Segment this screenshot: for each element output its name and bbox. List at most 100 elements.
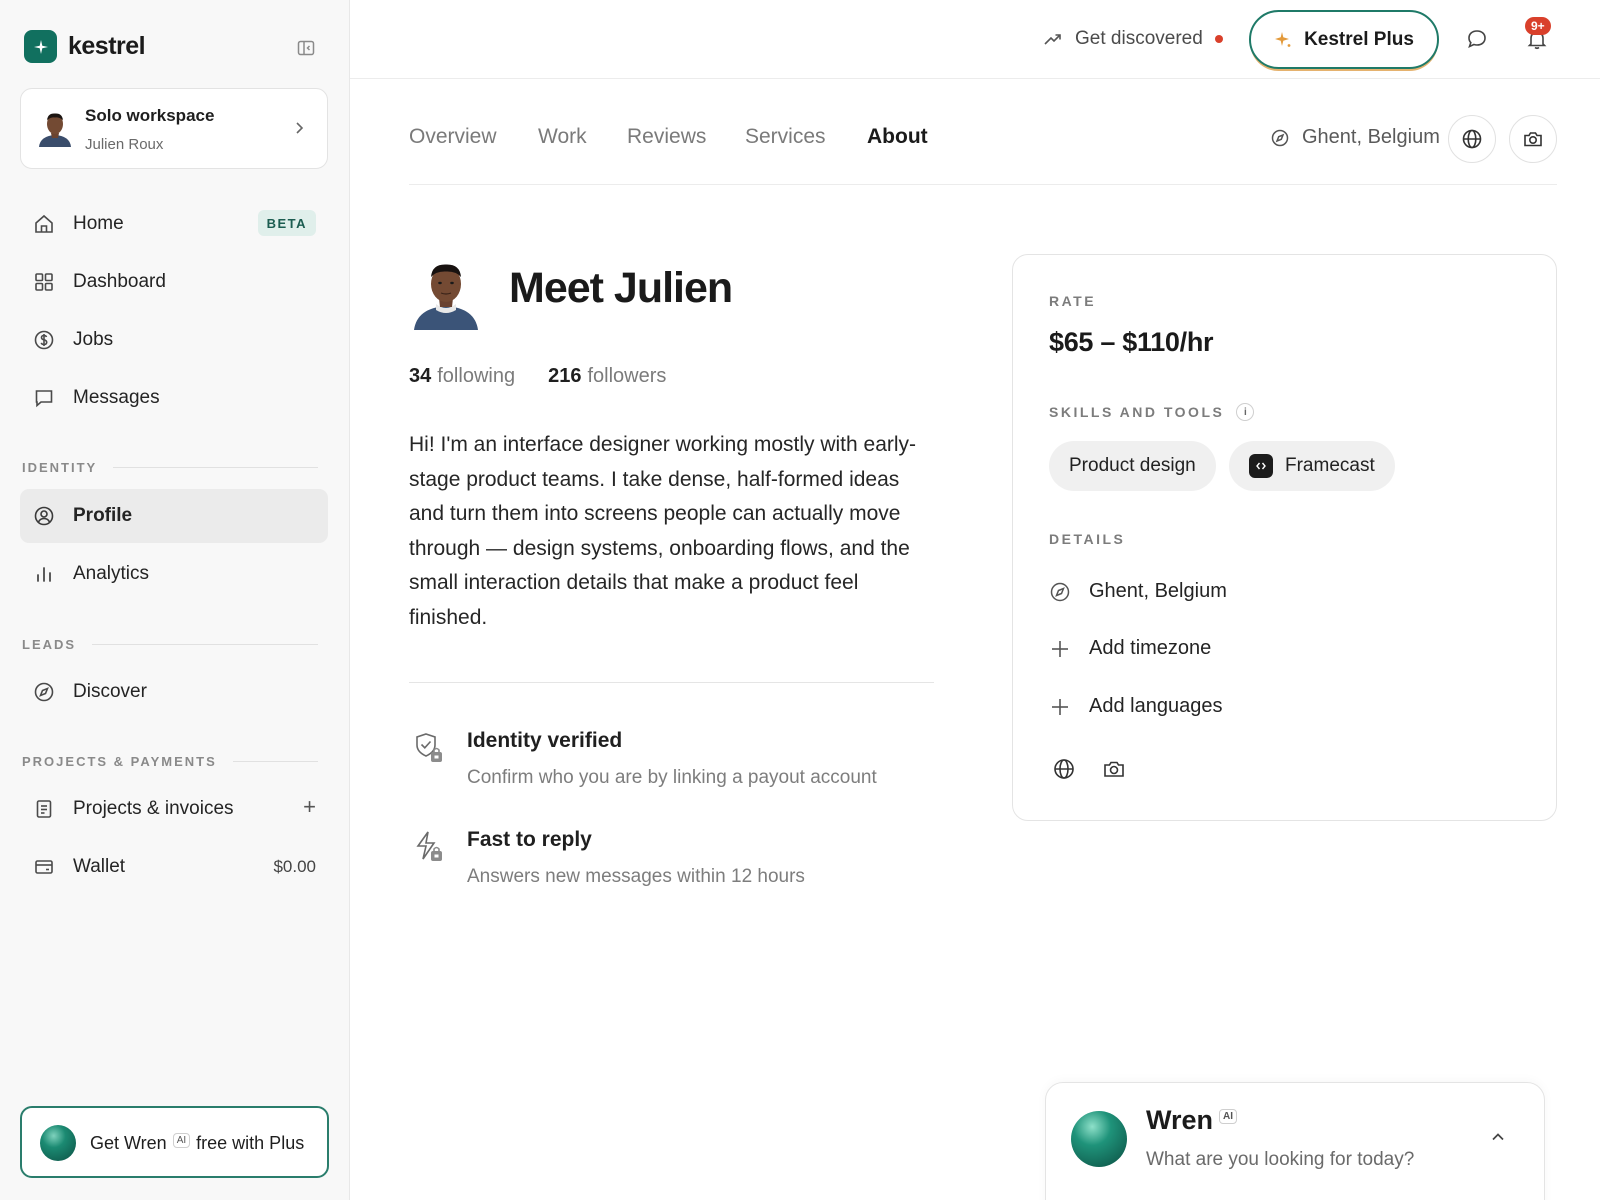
add-project-button[interactable]: + [303,794,316,820]
sidebar-item-projects-invoices[interactable]: Projects & invoices + [20,782,328,836]
profile-bio: Hi! I'm an interface designer working mo… [409,433,917,629]
sidebar-item-analytics[interactable]: Analytics [20,547,328,601]
dollar-circle-icon [33,329,55,351]
detail-text: Ghent, Belgium [1089,580,1227,602]
detail-location: Ghent, Belgium [1049,580,1227,603]
sidebar-item-label: Discover [73,681,147,702]
detail-text: Add timezone [1089,637,1212,659]
section-heading-label: LEADS [22,637,77,652]
sidebar-item-label: Home [73,213,124,234]
wren-assistant-widget[interactable]: Wren AI What are you looking for today? [1045,1082,1545,1200]
sidebar-item-label: Projects & invoices [73,798,234,819]
sidebar-item-jobs[interactable]: Jobs [20,313,328,367]
sidebar-item-discover[interactable]: Discover [20,665,328,719]
following-count: 34 [409,365,432,387]
trending-up-icon [1044,34,1061,45]
get-wren-promo-button[interactable]: Get Wren AI free with Plus [20,1106,329,1178]
workspace-switcher[interactable]: Solo workspace Julien Roux [20,88,328,169]
skill-label: Product design [1069,455,1196,476]
get-discovered-button[interactable]: Get discovered [1043,28,1223,50]
sidebar: kestrel Solo workspace Julien Roux Home … [0,0,350,1200]
sidebar-item-label: Messages [73,387,160,408]
trust-title: Fast to reply [467,828,592,851]
skills-label-row: SKILLS AND TOOLS i [1049,403,1255,421]
camera-icon[interactable] [1102,757,1126,781]
chevron-right-icon [291,120,307,136]
document-icon [33,798,55,820]
kestrel-plus-button[interactable]: Kestrel Plus [1249,10,1439,69]
tab-about[interactable]: About [867,125,928,149]
trust-description: Confirm who you are by linking a payout … [467,767,877,788]
following-stat[interactable]: 34 following [409,365,515,388]
skills-label: SKILLS AND TOOLS [1049,404,1225,420]
workspace-user: Julien Roux [85,136,164,153]
brand[interactable]: kestrel [24,30,146,63]
profile-tabs: Overview Work Reviews Services About Ghe… [409,112,1557,185]
section-heading-label: PROJECTS & PAYMENTS [22,754,217,769]
sidebar-item-dashboard[interactable]: Dashboard [20,255,328,309]
collapse-sidebar-icon[interactable] [296,38,316,58]
chevron-up-icon[interactable] [1489,1128,1507,1146]
beta-badge: BETA [257,210,316,236]
followers-label: followers [587,365,667,387]
location-indicator: Ghent, Belgium [1270,126,1440,149]
user-circle-icon [33,505,55,527]
sidebar-item-messages[interactable]: Messages [20,371,328,425]
sidebar-item-label: Dashboard [73,271,166,292]
profile-heading: Meet Julien [509,264,733,312]
sidebar-item-label: Profile [73,505,133,526]
wren-orb-icon [40,1125,76,1161]
sidebar-item-profile[interactable]: Profile [20,489,328,543]
add-timezone-button[interactable]: Add timezone [1049,637,1211,660]
tab-reviews[interactable]: Reviews [627,125,706,149]
divider [409,682,934,683]
plus-icon [1052,698,1068,715]
compass-icon [1050,582,1070,601]
notification-count-badge: 9+ [1525,17,1551,35]
sidebar-item-label: Jobs [73,329,114,350]
camera-button[interactable] [1509,115,1557,163]
globe-icon[interactable] [1052,757,1076,781]
tool-chip[interactable]: Framecast [1229,441,1395,491]
wren-prompt: What are you looking for today? [1146,1149,1415,1170]
wren-name: Wren [1146,1105,1214,1135]
brand-name: kestrel [68,32,146,60]
ai-tag: AI [1219,1109,1238,1124]
followers-count: 216 [548,365,582,387]
status-dot [1214,35,1223,43]
sidebar-item-home[interactable]: Home BETA [20,197,328,251]
camera-icon [1524,132,1542,147]
sidebar-item-label: Analytics [73,563,150,584]
tab-services[interactable]: Services [745,125,826,149]
add-languages-button[interactable]: Add languages [1049,695,1222,718]
tab-work[interactable]: Work [538,125,587,149]
framecast-logo-icon [1249,454,1273,478]
following-label: following [437,365,516,387]
tool-label: Framecast [1285,455,1375,476]
info-icon[interactable]: i [1236,403,1255,421]
workspace-title: Solo workspace [85,106,215,125]
ai-tag: AI [172,1133,191,1148]
kestrel-plus-label: Kestrel Plus [1304,28,1414,50]
top-bar: Get discovered Kestrel Plus 9+ [350,0,1600,79]
promo-suffix: free with Plus [196,1133,305,1153]
skill-chip[interactable]: Product design [1049,441,1216,491]
compass-icon [33,681,55,703]
avatar [37,109,73,147]
sidebar-item-wallet[interactable]: Wallet $0.00 [20,840,328,894]
messages-chat-icon[interactable] [1465,27,1491,53]
wallet-balance: $0.00 [273,857,316,876]
globe-button[interactable] [1448,115,1496,163]
profile-info-card: RATE $65 – $110/hr SKILLS AND TOOLS i Pr… [1012,254,1557,821]
profile-avatar [412,256,480,330]
section-heading-identity: IDENTITY [22,460,318,475]
lightning-icon [413,830,447,864]
followers-stat[interactable]: 216 followers [548,365,666,388]
details-label: DETAILS [1049,531,1126,547]
rate-label: RATE [1049,293,1097,309]
detail-text: Add languages [1089,695,1223,717]
compass-icon [1271,129,1289,146]
tab-overview[interactable]: Overview [409,125,497,149]
sidebar-item-label: Wallet [73,856,126,877]
trust-description: Answers new messages within 12 hours [467,866,805,887]
